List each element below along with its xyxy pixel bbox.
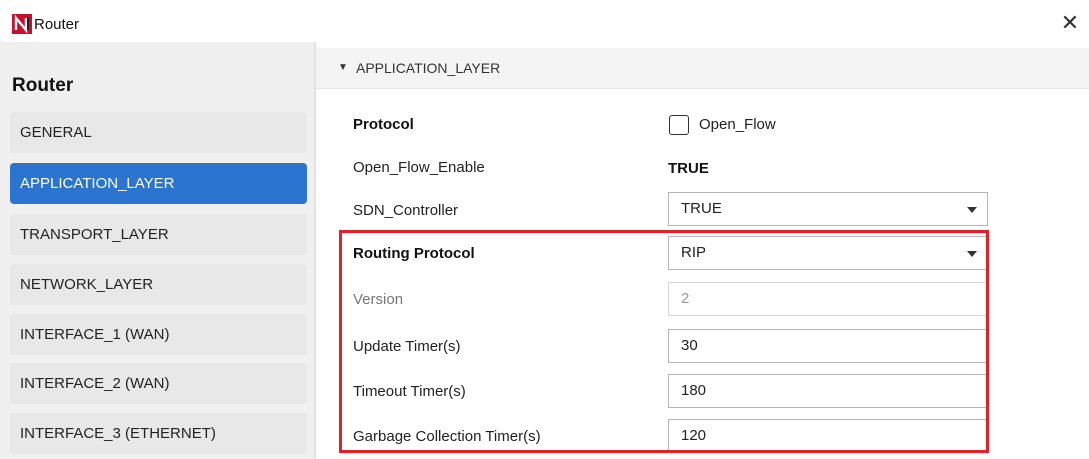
garbage-collection-timer-value: 120 — [681, 427, 707, 444]
open-flow-enable-label: Open_Flow_Enable — [353, 159, 485, 176]
chevron-down-icon[interactable] — [967, 251, 977, 257]
garbage-collection-timer-input[interactable]: 120 — [668, 419, 988, 453]
version-label: Version — [353, 291, 404, 308]
garbage-collection-timer-label: Garbage Collection Timer(s) — [353, 428, 541, 445]
sidebar-title: Router — [12, 75, 74, 96]
update-timer-value: 30 — [681, 337, 698, 354]
sidebar-item-interface-2[interactable]: INTERFACE_2 (WAN) — [10, 363, 307, 404]
sidebar: Router GENERAL APPLICATION_LAYER TRANSPO… — [0, 42, 314, 459]
protocol-label: Protocol — [353, 116, 414, 133]
timeout-timer-value: 180 — [681, 382, 707, 399]
title-bar: Router ✕ — [0, 0, 1089, 42]
sdn-controller-select[interactable]: TRUE — [668, 192, 988, 226]
routing-protocol-select[interactable]: RIP — [668, 236, 988, 270]
routing-protocol-value: RIP — [681, 244, 707, 261]
version-field: 2 — [668, 282, 988, 316]
sdn-controller-label: SDN_Controller — [353, 202, 459, 219]
timeout-timer-input[interactable]: 180 — [668, 374, 988, 408]
close-icon[interactable]: ✕ — [1061, 10, 1079, 35]
sidebar-item-interface-3[interactable]: INTERFACE_3 (ETHERNET) — [10, 413, 307, 454]
sidebar-item-general[interactable]: GENERAL — [10, 112, 307, 153]
sidebar-item-network-layer[interactable]: NETWORK_LAYER — [10, 264, 307, 305]
timeout-timer-label: Timeout Timer(s) — [353, 383, 466, 400]
version-value: 2 — [681, 290, 690, 307]
close-button[interactable]: ✕ — [1057, 10, 1083, 36]
open-flow-checkbox[interactable] — [669, 115, 689, 135]
collapse-arrow-icon[interactable]: ▼ — [338, 48, 348, 88]
netsim-app-icon — [12, 14, 32, 34]
update-timer-label: Update Timer(s) — [353, 338, 461, 355]
routing-protocol-label: Routing Protocol — [353, 245, 475, 262]
sidebar-item-interface-1[interactable]: INTERFACE_1 (WAN) — [10, 314, 307, 355]
update-timer-input[interactable]: 30 — [668, 329, 988, 363]
properties-panel: ▼ APPLICATION_LAYER Protocol Open_Flow O… — [314, 42, 1089, 459]
sidebar-item-transport-layer[interactable]: TRANSPORT_LAYER — [10, 214, 307, 255]
sdn-controller-value: TRUE — [681, 200, 722, 217]
section-header-application-layer[interactable]: ▼ APPLICATION_LAYER — [316, 48, 1089, 89]
sidebar-item-application-layer[interactable]: APPLICATION_LAYER — [10, 163, 307, 204]
chevron-down-icon[interactable] — [967, 207, 977, 213]
open-flow-enable-value: TRUE — [668, 160, 709, 177]
open-flow-checkbox-label[interactable]: Open_Flow — [699, 116, 776, 133]
panel-divider — [314, 42, 316, 459]
window-title: Router — [34, 16, 80, 33]
section-title: APPLICATION_LAYER — [356, 60, 501, 76]
